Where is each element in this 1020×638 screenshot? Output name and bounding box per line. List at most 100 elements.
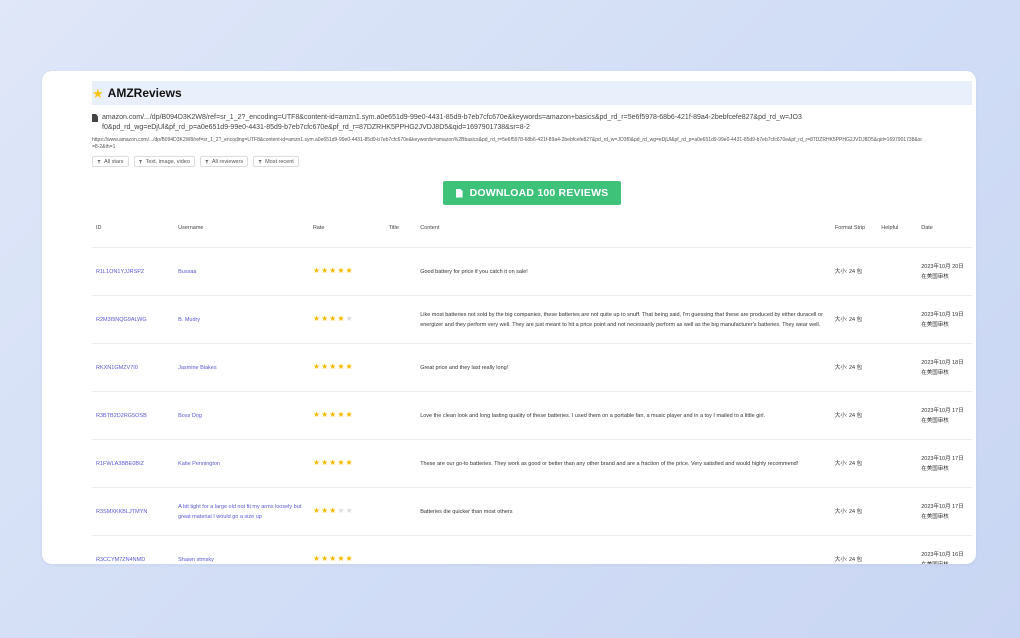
filter-stars[interactable]: All stars	[92, 156, 129, 167]
rating-star-icon: ★	[345, 554, 354, 563]
review-id[interactable]: R3CCYM7ZN4NMD	[92, 535, 175, 564]
review-format: 大小: 24 包	[830, 295, 878, 344]
review-content-text: Good battery for price if you catch it o…	[420, 268, 528, 275]
review-id[interactable]: R3BTB2D2RG5OSB	[92, 391, 175, 440]
review-id[interactable]: R2M3I5NQG9ALWG	[92, 295, 175, 344]
review-format: 大小: 24 包	[830, 439, 878, 488]
review-format: 大小: 24 包	[830, 535, 878, 564]
header-content[interactable]: Content	[416, 209, 831, 248]
filter-sort[interactable]: Most recent	[253, 156, 299, 167]
review-date: 2023年10月 20日 在美国审核	[917, 247, 972, 296]
review-username[interactable]: B. Mudry	[174, 295, 309, 344]
review-title	[384, 487, 417, 536]
review-content: Great price and they last really long!	[416, 343, 831, 392]
title-bar: ★ AMZReviews	[92, 81, 972, 105]
product-url[interactable]: amazon.com/.../dp/B094D3K2W8/ref=sr_1_2?…	[102, 113, 802, 133]
rating-star-icon: ★	[312, 554, 321, 563]
review-id-text[interactable]: R3SMXKKBLJTMYN	[96, 509, 147, 515]
review-helpful	[877, 343, 918, 392]
filter-icon	[258, 159, 263, 164]
review-format: 大小: 24 包	[830, 247, 878, 296]
header-id[interactable]: ID	[92, 209, 174, 248]
rating-star-icon: ★	[345, 314, 354, 323]
table-header-row: ID Username Rate Title Content Format St…	[92, 209, 972, 248]
review-format-text: 大小: 24 包	[834, 412, 863, 419]
rating-star-icon: ★	[321, 266, 330, 275]
review-rating: ★★★★★	[308, 487, 385, 536]
review-username[interactable]: A bit tight for a large old not fit my a…	[174, 487, 309, 536]
review-username-text[interactable]: Shawn strnsky	[178, 557, 214, 563]
header-format[interactable]: Format Strip	[831, 209, 877, 248]
review-username[interactable]: Shawn strnsky	[174, 535, 309, 564]
review-id[interactable]: R1L1ON1YJJRSPZ	[92, 247, 175, 296]
review-format: 大小: 24 包	[830, 343, 878, 392]
review-content: Love the clean look and long lasting qua…	[416, 391, 831, 440]
header-helpful[interactable]: Helpful	[877, 209, 917, 248]
table-row: R1FWLA3BBE0BIZ Katie Pennington ★★★★★ These…	[92, 439, 972, 488]
review-content-text: Like most batteries not sold by the big …	[420, 311, 823, 328]
header-date[interactable]: Date	[917, 209, 972, 248]
review-format-text: 大小: 24 包	[834, 556, 863, 563]
review-username-text[interactable]: B. Mudry	[178, 317, 200, 323]
review-title	[384, 247, 417, 296]
review-content-text: These are our go-to batteries. They work…	[420, 460, 799, 467]
rating-star-icon: ★	[312, 266, 321, 275]
review-content: Batteries die quicker than most others	[416, 487, 831, 536]
review-date-text: 2023年10月 17日 在美国审核	[921, 455, 964, 472]
review-username-text[interactable]: Bussaa	[178, 269, 196, 275]
review-id-text[interactable]: R3BTB2D2RG5OSB	[96, 413, 147, 419]
rating-star-icon: ★	[337, 410, 346, 419]
filter-media[interactable]: Text, image, video	[133, 156, 195, 167]
rating-star-icon: ★	[321, 362, 330, 371]
review-id-text[interactable]: R2M3I5NQG9ALWG	[96, 317, 147, 323]
review-rating: ★★★★★	[308, 295, 385, 344]
review-rating: ★★★★★	[308, 343, 385, 392]
table-body: R1L1ON1YJJRSPZ Bussaa ★★★★★ Good battery fo…	[92, 247, 972, 564]
rating-star-icon: ★	[345, 266, 354, 275]
review-id-text[interactable]: R1L1ON1YJJRSPZ	[96, 269, 144, 275]
filter-icon	[204, 159, 209, 164]
review-format-text: 大小: 24 包	[834, 460, 863, 467]
filter-bar: All stars Text, image, video All reviewe…	[92, 156, 972, 167]
table-row: R1L1ON1YJJRSPZ Bussaa ★★★★★ Good battery fo…	[92, 247, 972, 296]
table-row: R2M3I5NQG9ALWG B. Mudry ★★★★★ Like most bat…	[92, 295, 972, 344]
rating-star-icon: ★	[337, 458, 346, 467]
review-format-text: 大小: 24 包	[834, 316, 863, 323]
review-format: 大小: 24 包	[830, 487, 878, 536]
review-id-text[interactable]: R3CCYM7ZN4NMD	[96, 557, 145, 563]
rating-star-icon: ★	[312, 314, 321, 323]
header-title[interactable]: Title	[385, 209, 417, 248]
review-helpful	[877, 439, 918, 488]
review-date-text: 2023年10月 18日 在美国审核	[921, 359, 964, 376]
filter-icon	[97, 159, 101, 164]
review-date: 2023年10月 19日 在美国审核	[917, 295, 972, 344]
rating-star-icon: ★	[345, 506, 354, 515]
review-id-text[interactable]: RKXN1GMZV7I0	[96, 365, 138, 371]
review-username-text[interactable]: Boss Dog	[178, 413, 202, 419]
review-username-text[interactable]: A bit tight for a large old not fit my a…	[178, 504, 301, 520]
review-username-text[interactable]: Jasmine Blakes	[178, 365, 217, 371]
review-title	[384, 343, 417, 392]
review-id[interactable]: R3SMXKKBLJTMYN	[92, 487, 175, 536]
rating-star-icon: ★	[337, 314, 346, 323]
review-date-text: 2023年10月 17日 在美国审核	[921, 407, 964, 424]
review-username[interactable]: Bussaa	[174, 247, 309, 296]
review-username[interactable]: Katie Pennington	[174, 439, 309, 488]
review-id-text[interactable]: R1FWLA3BBE0BIZ	[96, 461, 144, 467]
review-id[interactable]: RKXN1GMZV7I0	[92, 343, 175, 392]
rating-star-icon: ★	[312, 458, 321, 467]
rating-star-icon: ★	[337, 362, 346, 371]
review-username-text[interactable]: Katie Pennington	[178, 461, 220, 467]
download-reviews-button[interactable]: DOWNLOAD 100 REVIEWS	[443, 181, 621, 205]
review-username[interactable]: Jasmine Blakes	[174, 343, 309, 392]
header-rate[interactable]: Rate	[309, 209, 385, 248]
reviews-table: ID Username Rate Title Content Format St…	[92, 209, 972, 564]
rating-star-icon: ★	[321, 458, 330, 467]
review-content-text: Great price and they last really long!	[420, 364, 509, 371]
review-id[interactable]: R1FWLA3BBE0BIZ	[92, 439, 175, 488]
header-username[interactable]: Username	[174, 209, 309, 248]
filter-reviewers[interactable]: All reviewers	[199, 156, 249, 167]
review-username[interactable]: Boss Dog	[174, 391, 309, 440]
review-helpful	[877, 535, 918, 564]
review-rating: ★★★★★	[308, 439, 385, 488]
